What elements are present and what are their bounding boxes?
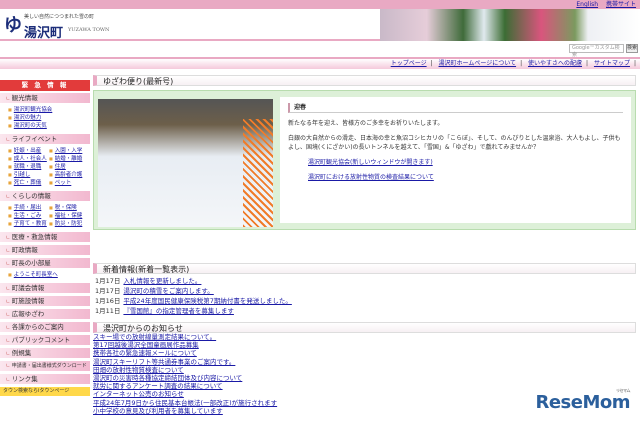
sidebar-link[interactable]: ようこそ町長室へ (8, 272, 58, 278)
header: ゆ 美しい自然につつまれた雪の町 湯沢町 YUZAWA TOWN (0, 9, 640, 41)
sidebar-link[interactable]: 就職・退職 (8, 163, 49, 171)
notice-item[interactable]: 田畑の放射性物質検査について (93, 366, 636, 374)
featured-paragraph: 白銀の大自然からの滑走、日本海の幸と魚沼コシヒカリの「こらぼ」、そして、のんびり… (288, 135, 621, 151)
sidebar-link[interactable]: 湯沢町観光協会 (8, 107, 53, 113)
featured-heading: ゆざわ便り(最新号) (93, 75, 636, 86)
sidebar-pr[interactable]: 広報ゆざわ (0, 309, 90, 320)
sidebar-link[interactable]: 生活・ごみ (8, 212, 49, 220)
nav-about[interactable]: 湯沢町ホームページについて (439, 60, 517, 67)
sidebar-mayor[interactable]: 町長の小部屋 (0, 258, 90, 269)
sidebar-link[interactable]: 防災・防犯 (49, 220, 90, 228)
sidebar-admin[interactable]: 町政情報 (0, 245, 90, 256)
town-name[interactable]: 湯沢町 (24, 22, 63, 41)
featured-paragraph: 新たなる年を迎え、皆様方のご多幸をお祈りいたします。 (288, 120, 444, 127)
sidebar-depts[interactable]: 各課からのご案内 (0, 322, 90, 333)
sidebar-link[interactable]: 結婚・離婚 (49, 155, 90, 163)
sidebar-medical[interactable]: 医療・救急情報 (0, 232, 90, 243)
sidebar-link[interactable]: 手続・届出 (8, 204, 49, 212)
sidebar-life-event[interactable]: ライフイベント (0, 134, 90, 145)
news-item: 1月11日 『雪国館』の指定管理者を募集します (95, 307, 234, 315)
sidebar-public-comment[interactable]: パブリックコメント (0, 335, 90, 346)
sidebar-link[interactable]: 成人・社会人 (8, 155, 49, 163)
sidebar-link[interactable]: 湯沢町の天気 (8, 123, 47, 129)
sidebar-link[interactable]: 高齢者介護 (49, 171, 90, 179)
town-page-banner[interactable]: タウン検索ならiタウンページ (0, 387, 90, 396)
sidebar-link[interactable]: 妊娠・出産 (8, 147, 49, 155)
nav-accessibility[interactable]: 使いやすさへの配慮 (528, 60, 582, 67)
nav-top[interactable]: トップページ (391, 60, 427, 67)
notice-item[interactable]: 湯沢町の災害時各種協定締結団体及び内容について (93, 374, 636, 382)
sidebar-living[interactable]: くらしの情報 (0, 191, 90, 202)
radiation-test-link[interactable]: 湯沢町における放射性物質の検査結果について (308, 174, 434, 181)
global-nav: トップページ | 湯沢町ホームページについて | 使いやすさへの配慮 | サイトマップ… (0, 57, 640, 69)
sidebar-assembly[interactable]: 町議会情報 (0, 283, 90, 294)
sidebar-links[interactable]: リンク集 (0, 374, 90, 385)
news-item: 1月17日 入札情報を更新しました。 (95, 277, 202, 285)
sidebar-link[interactable]: 子育て・教育 (8, 220, 49, 228)
top-bar: English 携帯サイト (0, 0, 640, 9)
notice-item[interactable]: スキー場での放射線量測定結果について。 (93, 333, 636, 341)
notice-item[interactable]: 携帯各社の緊急速報メールについて (93, 349, 636, 357)
sidebar-link[interactable]: 死亡・葬儀 (8, 179, 49, 187)
news-item: 1月16日 平成24年度国民健康保険税第7期納付書を発送しました。 (95, 297, 292, 305)
tagline: 美しい自然につつまれた雪の町 (24, 14, 95, 20)
sidebar: 緊 急 情 報 観光情報 湯沢町観光協会 湯沢の魅力 湯沢町の天気 ライフイベン… (0, 80, 90, 396)
header-banner-image (380, 9, 640, 41)
nav-sitemap[interactable]: サイトマップ (594, 60, 630, 67)
news-heading[interactable]: 新着情報(新着一覧表示) (93, 263, 636, 274)
snow-play-photo (98, 99, 273, 227)
sidebar-facilities[interactable]: 町施設情報 (0, 296, 90, 307)
town-logo-icon[interactable]: ゆ (4, 17, 22, 35)
town-name-en: YUZAWA TOWN (68, 27, 110, 33)
sidebar-link[interactable]: 税・保険 (49, 204, 90, 212)
search-button[interactable]: 検索 (626, 44, 638, 53)
sidebar-link[interactable]: 入園・入学 (49, 147, 90, 155)
emergency-info-button[interactable]: 緊 急 情 報 (0, 80, 90, 91)
tourism-association-link[interactable]: 湯沢町観光協会(新しいウィンドウが開きます) (308, 159, 433, 166)
sidebar-link[interactable]: ペット (49, 179, 90, 187)
news-item: 1月17日 湯沢町の積雪をご案内します。 (95, 287, 214, 295)
english-link[interactable]: English (576, 1, 598, 8)
main-content: ゆざわ便り(最新号) 迎春 新たなる年を迎え、皆様方のご多幸をお祈りいたします。… (93, 75, 636, 415)
sidebar-link[interactable]: 湯沢の魅力 (8, 115, 42, 121)
featured-title: 迎春 (288, 103, 623, 113)
mobile-site-link[interactable]: 携帯サイト (606, 1, 636, 8)
notices-heading: 湯沢町からのお知らせ (93, 322, 636, 333)
sidebar-sightseeing[interactable]: 観光情報 (0, 93, 90, 104)
sidebar-link[interactable]: 福祉・保健 (49, 212, 90, 220)
search-input[interactable]: Google™カスタム検索 (569, 44, 624, 58)
notice-item[interactable]: 湯沢町スキーリフト等共通券事業のご案内です。 (93, 358, 636, 366)
sidebar-link[interactable]: 住居 (49, 163, 90, 171)
sidebar-link[interactable]: 引越し (8, 171, 49, 179)
resemom-watermark: リセマム ReseMom (535, 388, 630, 413)
sidebar-rules[interactable]: 例規集 (0, 348, 90, 359)
featured-box: 迎春 新たなる年を迎え、皆様方のご多幸をお祈りいたします。 白銀の大自然からの滑… (93, 90, 636, 230)
sidebar-forms[interactable]: 申請書・届出書様式ダウンロード (0, 361, 90, 372)
